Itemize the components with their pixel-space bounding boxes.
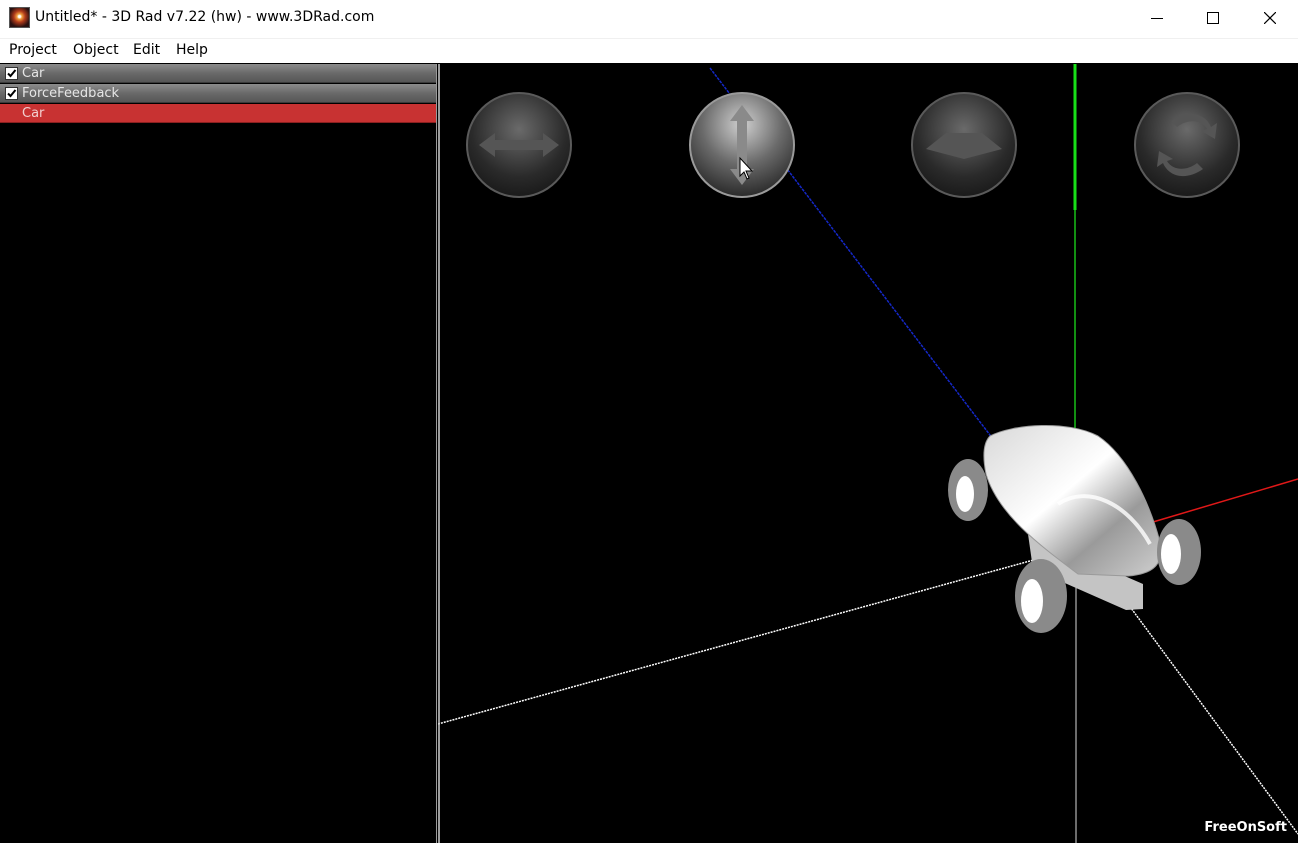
close-icon [1264,12,1276,24]
car-wheel-rim [1161,534,1181,574]
3d-viewport[interactable]: FreeOnSoft [438,64,1298,843]
close-button[interactable] [1242,0,1298,36]
object-label: ForceFeedback [22,86,120,101]
checkmark-icon [7,69,17,78]
car-wheel-rim [956,476,974,512]
menu-edit[interactable]: Edit [133,42,160,58]
move-vertical-tool[interactable] [688,91,796,199]
title-bar[interactable]: Untitled* - 3D Rad v7.22 (hw) - www.3DRa… [0,0,1298,38]
x-axis-line [1152,478,1298,523]
car-body [983,424,1162,577]
3drad-app-icon[interactable] [9,7,30,28]
minimize-button[interactable] [1129,0,1185,36]
window-title: Untitled* - 3D Rad v7.22 (hw) - www.3DRa… [35,9,375,25]
object-enabled-checkbox[interactable] [5,67,18,80]
checkmark-icon [7,89,17,98]
car-model[interactable] [948,424,1201,633]
object-list-panel[interactable]: Car ForceFeedback Car [0,64,437,843]
object-row-forcefeedback[interactable]: ForceFeedback [0,84,436,103]
move-plane-tool[interactable] [910,91,1018,199]
object-enabled-checkbox[interactable] [5,87,18,100]
ground-line [438,555,1049,725]
menu-project[interactable]: Project [9,42,57,58]
minimize-icon [1151,18,1163,19]
menu-object[interactable]: Object [73,42,119,58]
ground-line [1127,603,1298,835]
menu-bar: Project Object Edit Help [0,38,1298,63]
rotate-tool[interactable] [1133,91,1241,199]
maximize-icon [1207,12,1219,24]
car-wheel-rim [1021,579,1043,623]
object-row-car-linked[interactable]: Car [0,104,436,123]
object-label: Car [22,66,45,81]
object-row-car[interactable]: Car [0,64,436,83]
menu-help[interactable]: Help [176,42,208,58]
maximize-button[interactable] [1185,0,1241,36]
move-horizontal-tool[interactable] [465,91,573,199]
object-label: Car [22,106,45,121]
watermark-text: FreeOnSoft [1204,820,1287,835]
